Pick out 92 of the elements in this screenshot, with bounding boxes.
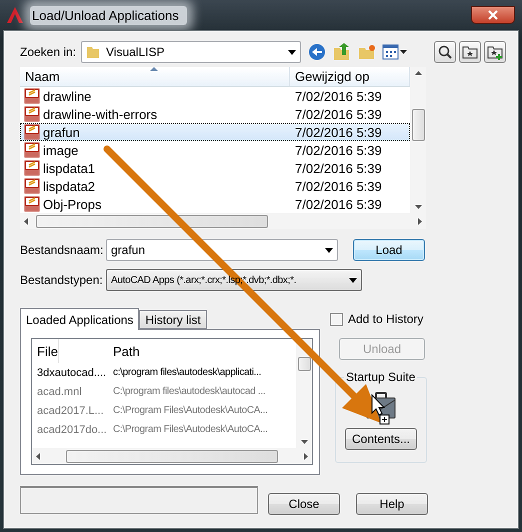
back-button[interactable]	[306, 41, 328, 63]
caret-icon	[349, 278, 357, 282]
file-name-label: Bestandsnaam:	[20, 243, 104, 257]
close-dialog-button[interactable]: Close	[268, 493, 340, 515]
contents-button[interactable]: Contents...	[345, 428, 417, 450]
look-in-value: VisualLISP	[106, 45, 166, 59]
window-title: Load/Unload Applications	[30, 6, 187, 24]
lisp-file-icon	[24, 88, 40, 104]
file-row[interactable]: lispdata2 7/02/2016 5:39	[20, 177, 410, 195]
scroll-down-icon	[300, 440, 308, 444]
app-file-cell[interactable]: acad.mnl	[32, 386, 82, 398]
app-path-cell[interactable]: C:\program files\autodesk\autocad ...	[108, 386, 266, 397]
app-path-cell[interactable]: c:\program files\autodesk\applicati...	[108, 367, 262, 378]
app-logo-icon	[6, 6, 24, 24]
modified-date: 7/02/2016 5:39	[294, 124, 383, 140]
horizontal-scrollbar[interactable]	[32, 448, 312, 464]
scroll-left-icon	[36, 452, 40, 460]
file-name: Obj-Props	[43, 196, 102, 212]
scroll-left-icon	[24, 218, 28, 224]
star-folder-icon	[462, 44, 478, 60]
scroll-right-icon	[304, 452, 308, 460]
vertical-scrollbar[interactable]	[410, 67, 426, 213]
modified-date: 7/02/2016 5:39	[294, 178, 383, 194]
lisp-file-icon	[24, 160, 40, 176]
column-header[interactable]: File	[32, 339, 59, 363]
search-icon	[437, 44, 453, 60]
modified-date: 7/02/2016 5:39	[294, 142, 383, 158]
back-icon	[308, 43, 326, 61]
file-row[interactable]: lispdata1 7/02/2016 5:39	[20, 159, 410, 177]
file-name: drawline	[43, 88, 92, 104]
caret-icon	[288, 50, 296, 54]
favorites-button[interactable]	[459, 41, 481, 63]
app-path-cell[interactable]: C:\Program Files\Autodesk\AutoCA...	[108, 424, 268, 435]
scrollbar-thumb[interactable]	[66, 450, 278, 462]
look-in-label: Zoeken in:	[20, 45, 78, 59]
lisp-file-icon	[24, 178, 40, 194]
modified-date: 7/02/2016 5:39	[294, 160, 383, 176]
file-row[interactable]: image 7/02/2016 5:39	[20, 141, 410, 159]
add-star-folder-icon	[487, 44, 503, 60]
scroll-up-icon	[414, 71, 422, 75]
add-to-history-label: Add to History	[348, 312, 424, 326]
file-name: image	[43, 142, 78, 158]
lisp-file-icon	[24, 124, 40, 140]
view-grid-icon	[382, 44, 408, 60]
up-folder-icon	[333, 43, 351, 61]
modified-date: 7/02/2016 5:39	[294, 88, 383, 104]
column-header[interactable]: Path	[108, 339, 140, 363]
modified-date: 7/02/2016 5:39	[294, 196, 383, 212]
app-file-cell[interactable]: acad2017do...	[32, 424, 107, 436]
modified-date: 7/02/2016 5:39	[294, 106, 383, 122]
file-types-label: Bestandstypen:	[20, 273, 104, 287]
horizontal-scrollbar[interactable]	[20, 213, 426, 229]
sort-arrow-icon	[150, 67, 158, 71]
scrollbar-thumb[interactable]	[36, 214, 268, 228]
app-file-cell[interactable]: acad2017.L...	[32, 404, 104, 416]
lisp-file-icon	[24, 142, 40, 158]
file-name-field[interactable]: grafun	[106, 239, 338, 261]
folder-icon	[86, 45, 100, 59]
vertical-scrollbar[interactable]	[296, 339, 312, 448]
file-name: grafun	[43, 124, 80, 140]
file-row[interactable]: drawline 7/02/2016 5:39	[20, 87, 410, 105]
file-row[interactable]: grafun 7/02/2016 5:39	[20, 123, 410, 141]
add-to-history-checkbox[interactable]	[330, 312, 343, 326]
cursor-icon	[372, 394, 390, 424]
file-name: lispdata2	[43, 178, 96, 194]
tab[interactable]: Loaded Applications	[20, 308, 140, 330]
file-row[interactable]: Obj-Props 7/02/2016 5:39	[20, 195, 410, 213]
app-file-cell[interactable]: 3dxautocad....	[32, 366, 106, 378]
load-button[interactable]: Load	[353, 239, 425, 261]
column-header[interactable]: Naam	[20, 67, 290, 86]
lisp-file-icon	[24, 106, 40, 122]
group-title: Startup Suite	[344, 370, 418, 384]
file-name-value: grafun	[111, 243, 146, 257]
file-name: drawline-with-errors	[43, 106, 158, 122]
close-button[interactable]	[471, 6, 515, 24]
lisp-file-icon	[24, 196, 40, 212]
scroll-down-icon	[414, 205, 422, 209]
close-icon	[488, 10, 498, 20]
file-row[interactable]: drawline-with-errors 7/02/2016 5:39	[20, 105, 410, 123]
new-folder-icon	[358, 44, 376, 60]
look-in-dropdown[interactable]: VisualLISP	[81, 41, 301, 63]
column-header[interactable]: Gewijzigd op	[290, 67, 410, 86]
add-favorite-button[interactable]	[484, 41, 506, 63]
caret-icon	[325, 248, 333, 252]
scrollbar-thumb[interactable]	[298, 356, 310, 370]
scroll-right-icon	[418, 218, 422, 224]
tab[interactable]: History list	[139, 310, 207, 329]
find-button[interactable]	[434, 41, 456, 63]
file-name: lispdata1	[43, 160, 96, 176]
scrollbar-thumb[interactable]	[412, 109, 424, 141]
app-path-cell[interactable]: C:\Program Files\Autodesk\AutoCA...	[108, 405, 268, 416]
help-button[interactable]: Help	[356, 493, 428, 515]
